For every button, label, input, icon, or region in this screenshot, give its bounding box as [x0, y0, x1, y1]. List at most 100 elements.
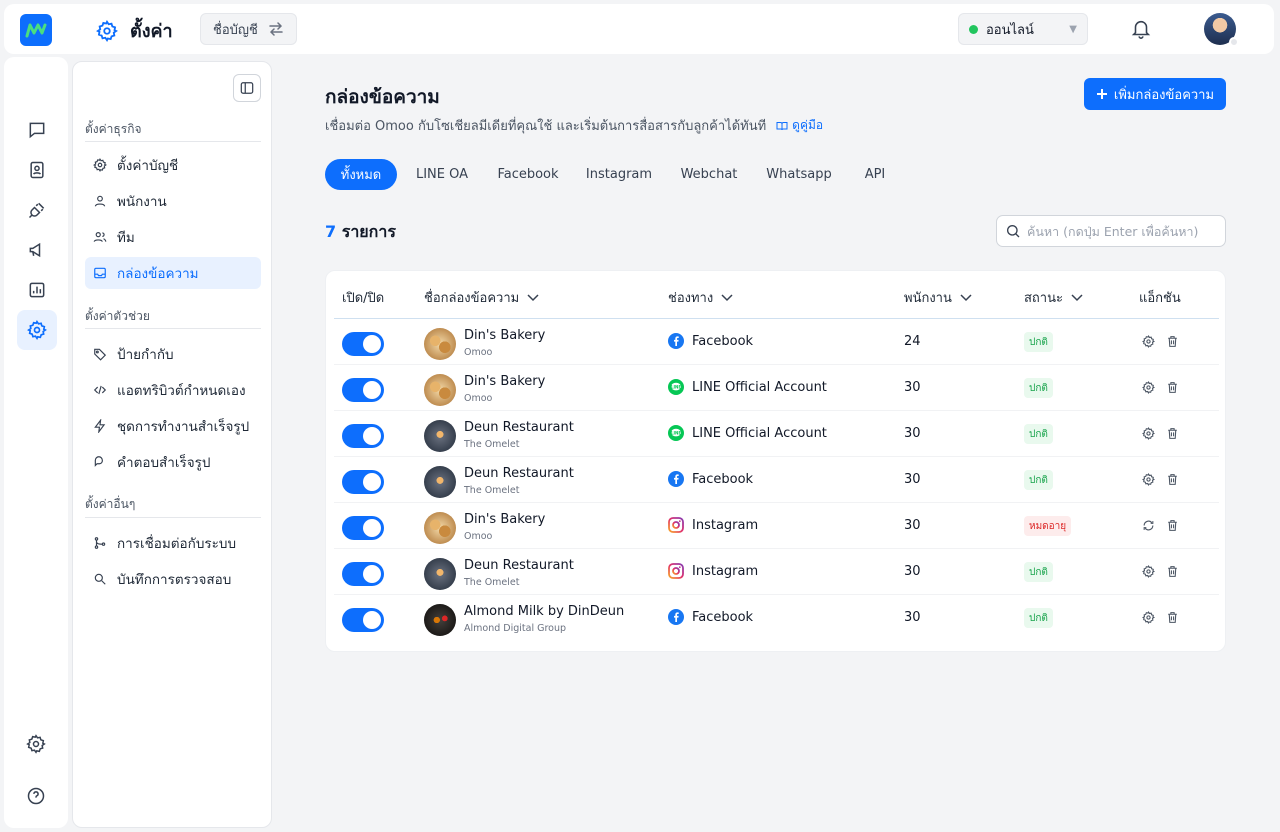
instagram-icon: [668, 563, 684, 579]
enable-toggle[interactable]: [342, 424, 384, 448]
search-input[interactable]: [1027, 223, 1223, 239]
tab-facebook[interactable]: Facebook: [487, 159, 569, 190]
chevron-down-icon: [960, 293, 972, 302]
sidebar-toggle-icon[interactable]: [233, 74, 261, 102]
channel-cell: Facebook: [668, 609, 753, 625]
gear-icon[interactable]: [1142, 335, 1155, 348]
trash-icon[interactable]: [1166, 519, 1179, 532]
enable-toggle[interactable]: [342, 332, 384, 356]
sidebar-item-inbox[interactable]: กล่องข้อความ: [85, 257, 261, 289]
chat-bubble-icon: [93, 455, 107, 469]
app-logo[interactable]: [20, 14, 52, 46]
trash-icon[interactable]: [1166, 473, 1179, 486]
book-icon: [776, 120, 788, 132]
svg-text:LINE: LINE: [671, 384, 681, 389]
gear-icon[interactable]: [1142, 427, 1155, 440]
inbox-name[interactable]: Deun Restaurant: [464, 558, 574, 573]
sidebar-item-canned-responses[interactable]: คำตอบสำเร็จรูป: [85, 446, 261, 478]
trash-icon[interactable]: [1166, 565, 1179, 578]
gear-icon[interactable]: [1142, 473, 1155, 486]
enable-toggle[interactable]: [342, 378, 384, 402]
add-inbox-button[interactable]: เพิ่มกล่องข้อความ: [1084, 78, 1226, 110]
channel-name: Instagram: [692, 517, 759, 533]
inbox-name[interactable]: Deun Restaurant: [464, 420, 574, 435]
tab-instagram[interactable]: Instagram: [569, 159, 669, 190]
sidebar-item-audit-log[interactable]: บันทึกการตรวจสอบ: [85, 563, 261, 595]
sidebar-item-labels[interactable]: ป้ายกำกับ: [85, 338, 261, 370]
facebook-icon: [668, 609, 684, 625]
refresh-icon[interactable]: [1142, 519, 1155, 532]
status-label: ออนไลน์: [986, 22, 1034, 38]
column-header-enabled: เปิด/ปิด: [342, 287, 384, 308]
status-select[interactable]: ออนไลน์ ▼: [958, 13, 1088, 45]
gear-icon[interactable]: [1142, 381, 1155, 394]
sidebar-item-staff[interactable]: พนักงาน: [85, 185, 261, 217]
trash-icon[interactable]: [1166, 381, 1179, 394]
trash-icon[interactable]: [1166, 335, 1179, 348]
sidebar-item-label: ป้ายกำกับ: [117, 347, 174, 363]
gear-icon[interactable]: [1142, 611, 1155, 624]
enable-toggle[interactable]: [342, 608, 384, 632]
column-header-status[interactable]: สถานะ: [1024, 287, 1083, 308]
search-icon: [1005, 223, 1021, 239]
plug-icon[interactable]: [17, 190, 57, 230]
inbox-name[interactable]: Din's Bakery: [464, 512, 545, 527]
chart-icon[interactable]: [17, 270, 57, 310]
trash-icon[interactable]: [1166, 611, 1179, 624]
sidebar-item-integrations[interactable]: การเชื่อมต่อกับระบบ: [85, 527, 261, 559]
inbox-organization: Omoo: [464, 531, 493, 542]
result-count-number: 7: [325, 222, 337, 241]
gear-icon[interactable]: [26, 734, 46, 754]
sidebar-item-custom-attributes[interactable]: แอตทริบิวต์กำหนดเอง: [85, 374, 261, 406]
chat-icon[interactable]: [17, 110, 57, 150]
sidebar-item-automations[interactable]: ชุดการทำงานสำเร็จรูป: [85, 410, 261, 442]
megaphone-icon[interactable]: [17, 230, 57, 270]
channel-name: Facebook: [692, 333, 754, 349]
staff-count: 24: [904, 334, 921, 349]
toggle-knob: [363, 473, 381, 491]
group-title-helpers: ตั้งค่าตัวช่วย: [85, 309, 150, 323]
column-header-name[interactable]: ชื่อกล่องข้อความ: [424, 287, 539, 308]
sidebar-item-label: บันทึกการตรวจสอบ: [117, 572, 232, 588]
account-switcher[interactable]: ชื่อบัญชี: [200, 13, 297, 45]
guide-link[interactable]: ดูคู่มือ: [776, 116, 823, 135]
sidebar-item-team[interactable]: ทีม: [85, 221, 261, 253]
gear-icon: [93, 158, 107, 172]
user-avatar[interactable]: [1204, 13, 1239, 47]
facebook-icon: [668, 333, 684, 349]
staff-count: 30: [904, 380, 921, 395]
channel-name: LINE Official Account: [692, 425, 827, 441]
channel-tabs: ทั้งหมด LINE OA Facebook Instagram Webch…: [325, 159, 901, 190]
toggle-knob: [363, 519, 381, 537]
column-label: ช่องทาง: [668, 291, 714, 306]
inbox-name[interactable]: Din's Bakery: [464, 328, 545, 343]
bell-icon[interactable]: [1130, 17, 1152, 41]
search-box: [996, 215, 1226, 247]
inbox-name[interactable]: Deun Restaurant: [464, 466, 574, 481]
inbox-name[interactable]: Almond Milk by DinDeun: [464, 604, 624, 619]
channel-name: Instagram: [692, 563, 759, 579]
inbox-name[interactable]: Din's Bakery: [464, 374, 545, 389]
column-header-staff[interactable]: พนักงาน: [904, 287, 972, 308]
settings-gear-icon[interactable]: [17, 310, 57, 350]
enable-toggle[interactable]: [342, 470, 384, 494]
sidebar-item-account-settings[interactable]: ตั้งค่าบัญชี: [85, 149, 261, 181]
tab-whatsapp[interactable]: Whatsapp: [749, 159, 849, 190]
inbox-organization: Almond Digital Group: [464, 623, 567, 634]
enable-toggle[interactable]: [342, 516, 384, 540]
table-row: Deun Restaurant The Omelet LINE LINE Offici…: [334, 411, 1219, 457]
tab-line-oa[interactable]: LINE OA: [397, 159, 487, 190]
column-header-channel[interactable]: ช่องทาง: [668, 287, 733, 308]
trash-icon[interactable]: [1166, 427, 1179, 440]
table-row: Deun Restaurant The Omelet Instagram 30 ปกติ: [334, 549, 1219, 595]
help-icon[interactable]: [26, 786, 46, 806]
sidebar-item-label: พนักงาน: [117, 194, 167, 210]
branch-icon: [93, 536, 107, 550]
enable-toggle[interactable]: [342, 562, 384, 586]
contact-book-icon[interactable]: [17, 150, 57, 190]
tab-webchat[interactable]: Webchat: [669, 159, 749, 190]
tab-all[interactable]: ทั้งหมด: [325, 159, 397, 190]
tab-api[interactable]: API: [849, 159, 901, 190]
gear-icon[interactable]: [1142, 565, 1155, 578]
table-row: Almond Milk by DinDeun Almond Digital Gro…: [334, 595, 1219, 641]
